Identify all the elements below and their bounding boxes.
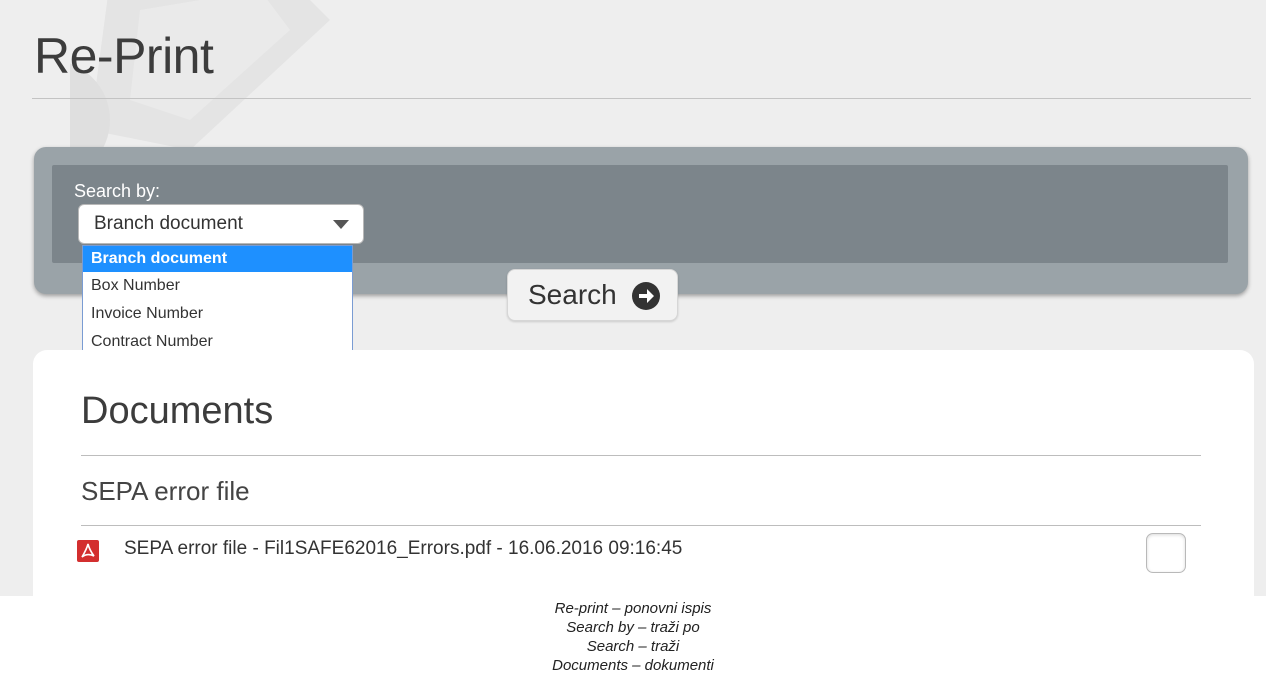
section-title: SEPA error file (81, 476, 250, 506)
document-select-checkbox[interactable] (1146, 533, 1186, 573)
page-title: Re-Print (34, 28, 214, 84)
search-by-dropdown: Branch document Box Number Invoice Numbe… (82, 245, 353, 357)
document-link[interactable]: SEPA error file - Fil1SAFE62016_Errors.p… (124, 538, 682, 560)
search-by-select-value: Branch document (94, 213, 243, 234)
caption-block: Re-print – ponovni ispis Search by – tra… (0, 599, 1266, 675)
documents-title: Documents (81, 390, 274, 432)
caption-line: Documents – dokumenti (552, 657, 714, 674)
arrow-right-circle-icon (632, 282, 660, 310)
caption-line: Search – traži (586, 638, 680, 655)
documents-divider (81, 455, 1201, 456)
dropdown-option-branch-document[interactable]: Branch document (83, 246, 352, 272)
search-button[interactable]: Search (507, 269, 678, 321)
search-button-label: Search (528, 279, 617, 310)
section-divider (81, 525, 1201, 526)
document-row: SEPA error file - Fil1SAFE62016_Errors.p… (77, 533, 1193, 573)
search-by-select[interactable]: Branch document (78, 204, 364, 244)
screenshot-area: Re-Print Search by: Branch document Sear… (0, 0, 1266, 596)
caption-line: Re-print – ponovni ispis (554, 600, 712, 617)
chevron-down-icon[interactable] (333, 220, 349, 229)
title-divider (32, 98, 1251, 99)
search-by-label: Search by: (74, 181, 161, 201)
pdf-icon (77, 540, 99, 562)
documents-card: Documents SEPA error file SEPA error fil… (33, 350, 1254, 596)
dropdown-option-invoice-number[interactable]: Invoice Number (83, 300, 352, 328)
dropdown-option-box-number[interactable]: Box Number (83, 272, 352, 300)
caption-line: Search by – traži po (566, 619, 700, 636)
